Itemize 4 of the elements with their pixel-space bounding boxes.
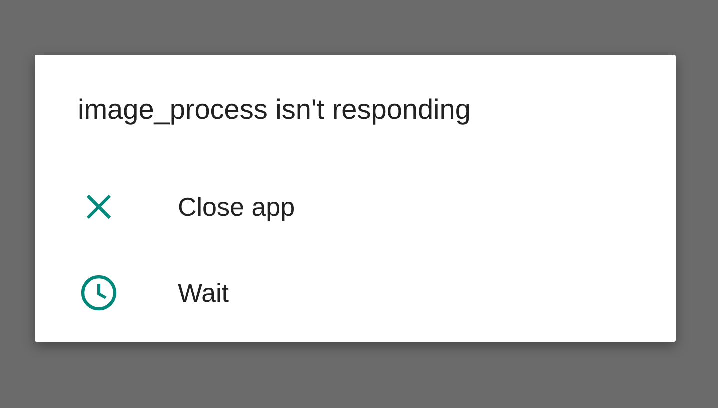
option-label[interactable]: Close app bbox=[178, 192, 296, 222]
option-label[interactable]: Wait bbox=[178, 278, 230, 308]
dialog-title: image_process isn't responding bbox=[78, 93, 471, 127]
clock-icon bbox=[80, 274, 118, 312]
